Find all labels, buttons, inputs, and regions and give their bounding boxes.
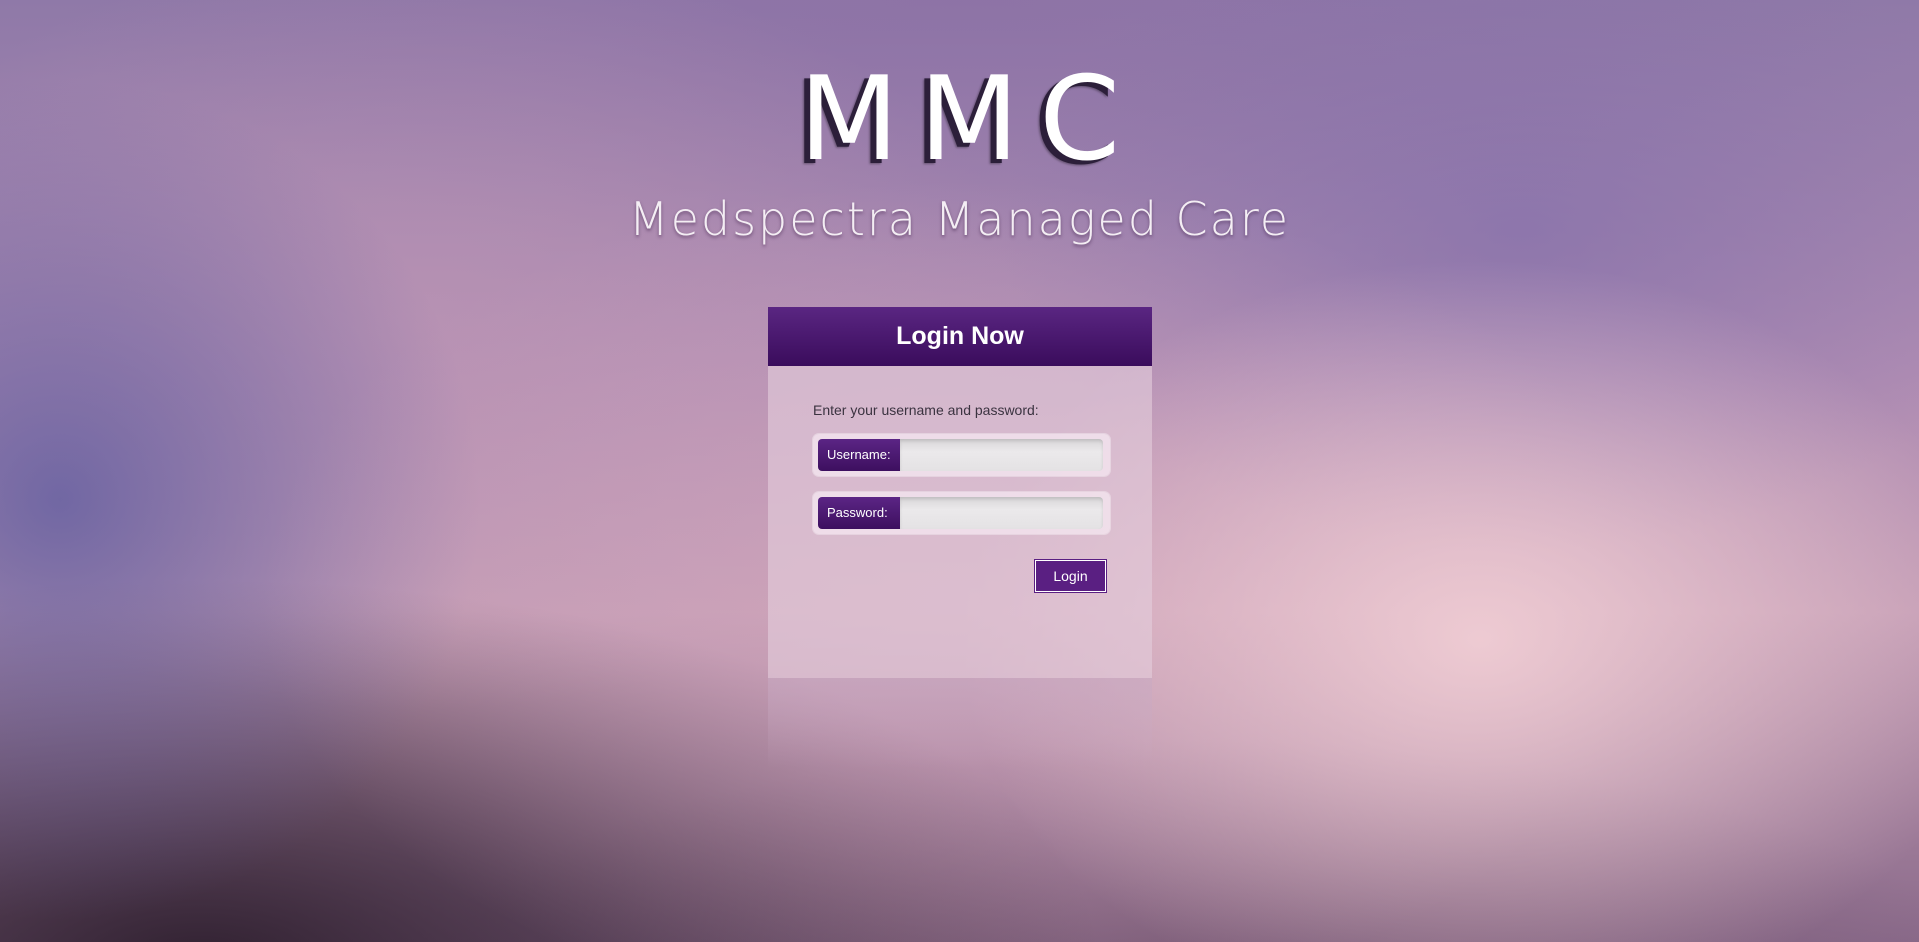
username-label: Username: [818, 439, 905, 471]
login-instructions: Enter your username and password: [813, 402, 1039, 418]
password-label: Password: [818, 497, 905, 529]
login-form: Enter your username and password: Userna… [768, 366, 1152, 678]
password-input[interactable] [900, 497, 1103, 529]
app-tagline: Medspectra Managed Care [628, 192, 1291, 246]
login-panel: Login Now Enter your username and passwo… [768, 307, 1152, 768]
username-input[interactable] [900, 439, 1103, 471]
password-field: Password: [813, 492, 1110, 534]
login-panel-title: Login Now [768, 307, 1152, 366]
panel-reflection [768, 678, 1152, 768]
username-field: Username: [813, 434, 1110, 476]
app-logo: MMC [798, 52, 1141, 187]
login-button[interactable]: Login [1035, 560, 1106, 592]
